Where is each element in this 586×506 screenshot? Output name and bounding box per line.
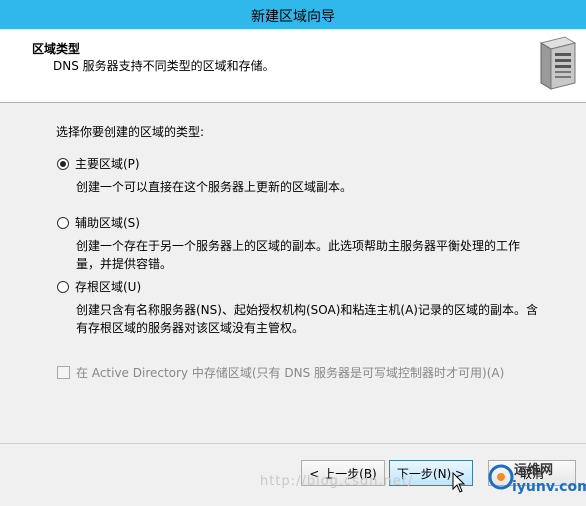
stub-desc-line1: 创建只含有名称服务器(NS)、起始授权机构(SOA)和粘连主机(A)记录的区域的… (76, 303, 538, 317)
close-area (548, 0, 586, 23)
radio-selected-icon[interactable] (57, 157, 69, 170)
wizard-header: 区域类型 DNS 服务器支持不同类型的区域和存储。 (0, 29, 586, 103)
radio-unselected-icon[interactable] (57, 216, 69, 229)
radio-primary-zone[interactable]: 主要区域(P) (57, 155, 140, 172)
ad-storage-label: 在 Active Directory 中存储区域(只有 DNS 服务器是可写域控… (76, 366, 505, 380)
stub-zone-description: 创建只含有名称服务器(NS)、起始授权机构(SOA)和粘连主机(A)记录的区域的… (76, 301, 554, 337)
site-logo: 运维网 iyunv.com (486, 455, 586, 499)
mouse-cursor-icon (452, 472, 466, 493)
logo-text-bottom: iyunv.com (512, 479, 586, 495)
server-icon (539, 36, 577, 90)
secondary-desc-line2: 量，并提供容错。 (76, 257, 173, 271)
radio-primary-label[interactable]: 主要区域(P) (75, 155, 140, 172)
radio-secondary-label[interactable]: 辅助区域(S) (75, 214, 140, 231)
radio-stub-label[interactable]: 存根区域(U) (75, 278, 141, 295)
page-subtitle: DNS 服务器支持不同类型的区域和存储。 (53, 59, 275, 73)
checkbox-disabled-icon (57, 366, 70, 379)
window-title: 新建区域向导 (251, 9, 335, 25)
logo-mark-icon (488, 464, 514, 490)
radio-stub-zone[interactable]: 存根区域(U) (57, 278, 141, 295)
radio-secondary-zone[interactable]: 辅助区域(S) (57, 214, 140, 231)
ad-storage-checkbox-row: 在 Active Directory 中存储区域(只有 DNS 服务器是可写域控… (57, 364, 504, 381)
page-title: 区域类型 (32, 42, 81, 56)
radio-unselected-icon[interactable] (57, 280, 69, 293)
wizard-content: 选择你要创建的区域的类型: 主要区域(P) 创建一个可以直接在这个服务器上更新的… (0, 103, 586, 443)
primary-zone-description: 创建一个可以直接在这个服务器上更新的区域副本。 (76, 180, 353, 194)
secondary-desc-line1: 创建一个存在于另一个服务器上的区域的副本。此选项帮助主服务器平衡处理的工作 (76, 239, 521, 253)
logo-text-top: 运维网 (514, 463, 554, 478)
blog-watermark: http://blog.csdn.net/ (260, 474, 414, 489)
title-bar[interactable]: 新建区域向导 (0, 0, 586, 29)
secondary-zone-description: 创建一个存在于另一个服务器上的区域的副本。此选项帮助主服务器平衡处理的工作 量，… (76, 237, 554, 273)
stub-desc-line2: 有存根区域的服务器对该区域没有主管权。 (76, 321, 305, 335)
zone-type-prompt: 选择你要创建的区域的类型: (56, 125, 205, 139)
